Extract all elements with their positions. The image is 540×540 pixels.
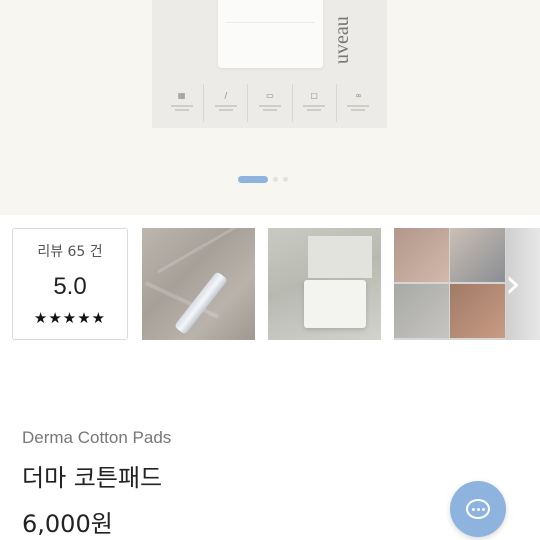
info-text-line <box>307 109 322 111</box>
chat-bubble-icon <box>466 499 490 519</box>
review-count-label: 리뷰 65 건 <box>37 244 103 260</box>
info-text-line <box>218 109 233 111</box>
package-info-cell: ▢ <box>291 84 336 122</box>
carousel-indicator <box>0 175 540 183</box>
product-price: 6,000원 <box>22 510 113 538</box>
star-rating-icon: ★★★★★ <box>33 309 107 327</box>
info-glyph-icon: ▭ <box>266 91 274 100</box>
package-brand-text: uveau <box>331 16 353 64</box>
info-text-line <box>303 105 326 107</box>
chat-button[interactable] <box>450 481 506 537</box>
review-summary-card[interactable]: 리뷰 65 건 5.0 ★★★★★ <box>12 228 128 340</box>
photo-collage-cell <box>394 228 449 282</box>
chat-dot <box>476 507 480 511</box>
info-glyph-icon: ∕ <box>224 91 228 100</box>
info-text-line <box>263 109 277 111</box>
info-text-line <box>214 105 237 107</box>
fabric-fold <box>157 228 237 274</box>
package-info-cell: ▦ <box>160 84 203 122</box>
chevron-right-icon[interactable]: › <box>498 262 528 308</box>
product-image-carousel[interactable]: uveau ▦ ∕ ▭ ▢ ∞ <box>0 0 540 215</box>
photo-collage-cell <box>450 228 505 282</box>
package-info-cell: ∞ <box>335 84 380 122</box>
info-glyph-icon: ▦ <box>177 91 186 100</box>
carousel-dot-active[interactable] <box>238 175 268 183</box>
carousel-dot[interactable] <box>273 176 278 182</box>
info-glyph-icon: ▢ <box>310 91 318 100</box>
chat-dot <box>471 507 475 511</box>
review-photo-thumbnail[interactable] <box>268 228 381 340</box>
product-name-korean: 더마 코튼패드 <box>22 464 163 492</box>
cotton-pad-in-photo <box>304 280 366 328</box>
info-glyph-icon: ∞ <box>355 91 362 100</box>
photo-collage-cell <box>394 284 449 338</box>
package-info-cell: ∕ <box>203 84 247 122</box>
package-in-photo <box>308 236 372 278</box>
info-text-line <box>259 105 281 107</box>
info-text-line <box>347 105 370 107</box>
photo-collage-cell <box>450 284 505 338</box>
review-score: 5.0 <box>53 273 87 300</box>
review-photo-thumbnail[interactable] <box>142 228 255 340</box>
product-package-image: uveau ▦ ∕ ▭ ▢ ∞ <box>152 0 387 128</box>
package-info-cell: ▭ <box>247 84 291 122</box>
product-name-english: Derma Cotton Pads <box>22 428 172 447</box>
package-info-strip: ▦ ∕ ▭ ▢ ∞ <box>160 84 380 122</box>
chat-dot <box>481 507 485 511</box>
carousel-dot[interactable] <box>283 176 288 182</box>
cotton-pad-stack <box>218 0 323 68</box>
product-bottle <box>173 271 229 335</box>
info-text-line <box>170 105 193 107</box>
info-text-line <box>174 109 189 111</box>
info-text-line <box>351 109 366 111</box>
